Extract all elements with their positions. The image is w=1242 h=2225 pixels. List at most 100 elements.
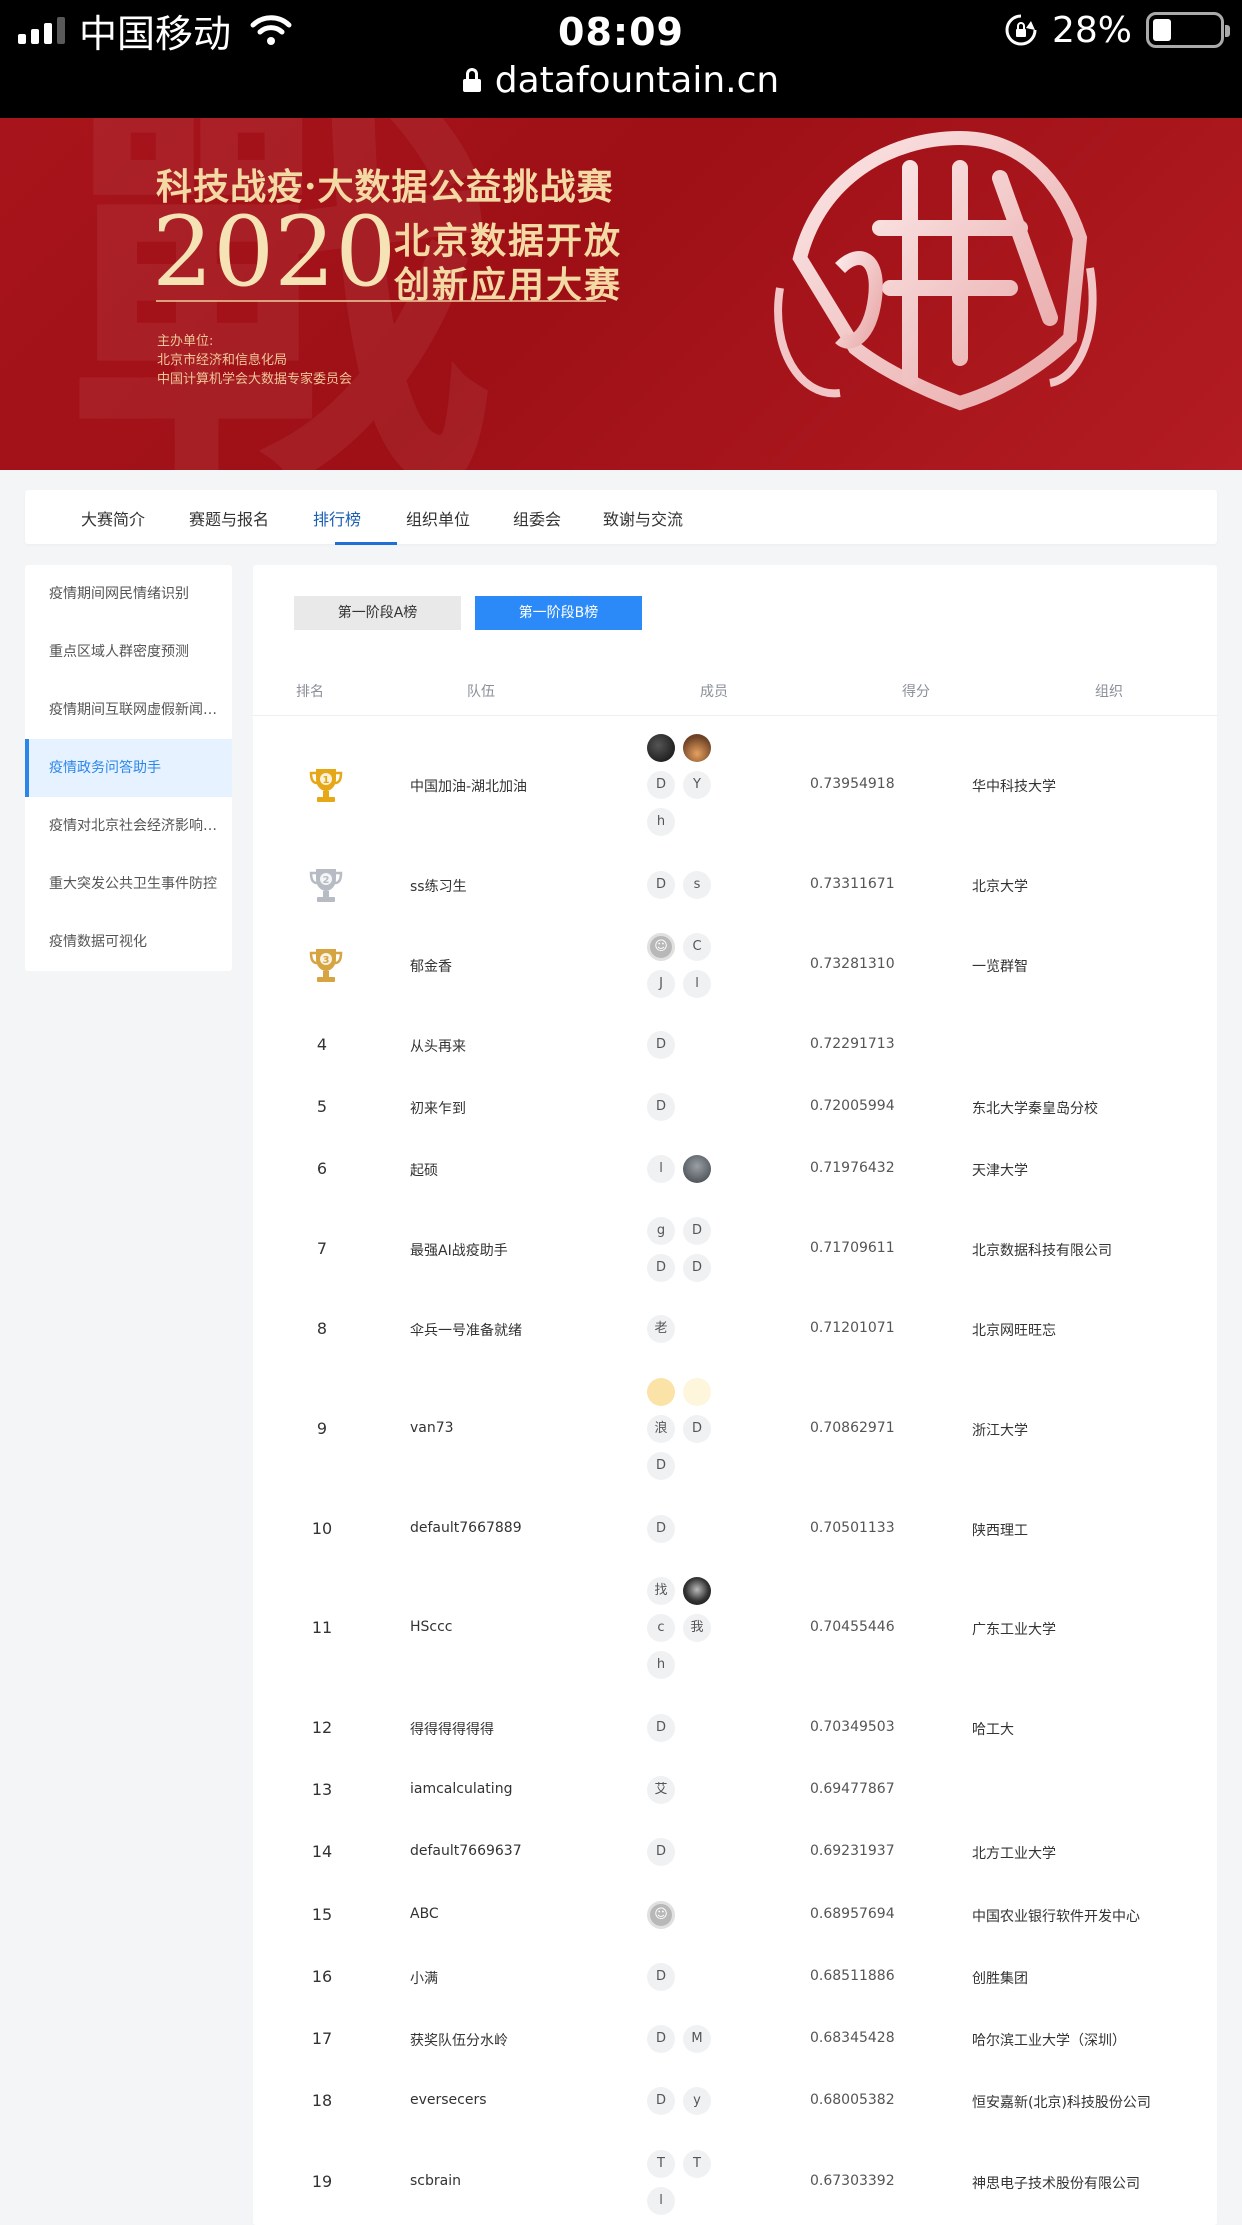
trophy-icon: 2: [309, 869, 343, 902]
team-name[interactable]: ss练习生: [410, 876, 467, 896]
organization-cell: 一览群智: [972, 959, 1028, 975]
team-name[interactable]: iamcalculating: [410, 1781, 512, 1797]
member-avatar[interactable]: D: [647, 1253, 675, 1282]
member-avatar[interactable]: [683, 1378, 711, 1406]
member-avatar[interactable]: T: [683, 2149, 711, 2178]
member-avatar[interactable]: T: [647, 2149, 675, 2178]
member-avatar[interactable]: l: [683, 969, 711, 998]
team-name[interactable]: van73: [410, 1420, 454, 1436]
member-avatar[interactable]: y: [683, 2087, 711, 2115]
battery-percent: 28%: [1051, 9, 1132, 51]
member-avatar[interactable]: D: [647, 771, 675, 799]
rank-cell: 5: [316, 1097, 328, 1116]
member-avatar[interactable]: D: [647, 1093, 675, 1121]
stage-b-button[interactable]: 第一阶段B榜: [475, 596, 642, 630]
member-avatar[interactable]: c: [647, 1614, 675, 1642]
team-name[interactable]: 获奖队伍分水岭: [410, 2030, 508, 2050]
tab-leaderboard[interactable]: 排行榜: [313, 506, 361, 530]
rank-cell: 19: [311, 2172, 333, 2191]
member-avatar[interactable]: D: [683, 1253, 711, 1282]
member-avatar[interactable]: [647, 1378, 675, 1406]
mask-emblem-icon: [774, 130, 1097, 411]
member-avatar[interactable]: D: [683, 1216, 711, 1245]
trophy-icon: 3: [309, 949, 343, 982]
member-avatar[interactable]: ☺: [647, 932, 675, 961]
member-avatar[interactable]: 艾: [647, 1776, 675, 1804]
sidebar-item-qa-assistant[interactable]: 疫情政务问答助手: [25, 739, 232, 797]
member-avatar[interactable]: D: [647, 871, 675, 899]
member-avatar[interactable]: D: [647, 1452, 675, 1480]
sidebar-item-density[interactable]: 重点区域人群密度预测: [25, 623, 232, 681]
organization-cell: 北京数据科技有限公司: [972, 1243, 1112, 1259]
team-name[interactable]: 最强AI战疫助手: [410, 1240, 508, 1260]
member-avatar[interactable]: h: [647, 1651, 675, 1679]
competition-nav: 大赛简介 赛题与报名 排行榜 组织单位 组委会 致谢与交流: [25, 490, 1217, 545]
team-name[interactable]: 起硕: [410, 1160, 438, 1180]
member-avatar[interactable]: D: [647, 2087, 675, 2115]
member-avatar[interactable]: J: [647, 969, 675, 998]
member-avatar[interactable]: D: [647, 1515, 675, 1543]
team-name[interactable]: 得得得得得得: [410, 1719, 494, 1739]
score-cell: 0.73281310: [810, 956, 895, 972]
member-avatar[interactable]: h: [647, 808, 675, 836]
member-avatar[interactable]: l: [647, 1155, 675, 1183]
tab-committee[interactable]: 组委会: [513, 506, 561, 530]
member-avatar[interactable]: [683, 1577, 711, 1605]
team-name[interactable]: 中国加油-湖北加油: [410, 776, 527, 796]
tab-intro[interactable]: 大赛简介: [81, 506, 145, 530]
team-name[interactable]: eversecers: [410, 2092, 487, 2108]
member-avatar[interactable]: D: [683, 1415, 711, 1443]
header-org: 组织: [1095, 684, 1123, 700]
team-name[interactable]: 小满: [410, 1968, 438, 1988]
score-cell: 0.72291713: [810, 1036, 895, 1052]
tab-organizers[interactable]: 组织单位: [406, 506, 470, 530]
team-name[interactable]: 从头再来: [410, 1036, 466, 1056]
stage-a-button[interactable]: 第一阶段A榜: [294, 596, 461, 630]
score-cell: 0.68005382: [810, 2092, 895, 2108]
sidebar-item-public-health[interactable]: 重大突发公共卫生事件防控: [25, 855, 232, 913]
member-avatar[interactable]: g: [647, 1216, 675, 1245]
score-cell: 0.68957694: [810, 1906, 895, 1922]
member-avatar[interactable]: D: [647, 1031, 675, 1059]
team-name[interactable]: default7669637: [410, 1843, 522, 1859]
team-name[interactable]: HSccc: [410, 1619, 453, 1635]
sidebar-item-fake-news[interactable]: 疫情期间互联网虚假新闻检测: [25, 681, 232, 739]
member-avatar[interactable]: s: [683, 871, 711, 899]
member-avatar[interactable]: l: [647, 2186, 675, 2215]
score-cell: 0.67303392: [810, 2173, 895, 2189]
header-divider: [253, 715, 1217, 716]
sidebar-item-economy[interactable]: 疫情对北京社会经济影响预测: [25, 797, 232, 855]
task-sidebar: 疫情期间网民情绪识别 重点区域人群密度预测 疫情期间互联网虚假新闻检测 疫情政务…: [25, 565, 232, 971]
member-avatar[interactable]: 浪: [647, 1415, 675, 1443]
tab-acknowledgement[interactable]: 致谢与交流: [603, 506, 683, 530]
member-avatar[interactable]: 我: [683, 1614, 711, 1642]
member-avatar[interactable]: D: [647, 1714, 675, 1742]
member-avatar[interactable]: M: [683, 2025, 711, 2053]
organization-cell: 华中科技大学: [972, 779, 1056, 795]
team-name[interactable]: default7667889: [410, 1520, 522, 1536]
team-name[interactable]: scbrain: [410, 2173, 461, 2189]
member-avatar[interactable]: D: [647, 1838, 675, 1866]
member-avatar[interactable]: D: [647, 2025, 675, 2053]
sidebar-item-emotion[interactable]: 疫情期间网民情绪识别: [25, 565, 232, 623]
member-avatar[interactable]: [683, 734, 711, 762]
member-avatar[interactable]: 找: [647, 1577, 675, 1605]
tab-tasks[interactable]: 赛题与报名: [189, 506, 269, 530]
member-avatar[interactable]: 老: [647, 1315, 675, 1343]
team-name[interactable]: 初来乍到: [410, 1098, 466, 1118]
score-cell: 0.72005994: [810, 1098, 895, 1114]
score-cell: 0.68511886: [810, 1968, 895, 1984]
member-avatar[interactable]: C: [683, 932, 711, 961]
url-bar[interactable]: datafountain.cn: [0, 58, 1242, 102]
member-avatar[interactable]: D: [647, 1963, 675, 1991]
member-avatar[interactable]: ☺: [647, 1901, 675, 1929]
member-avatar[interactable]: Y: [683, 771, 711, 799]
team-name[interactable]: 伞兵一号准备就绪: [410, 1320, 522, 1340]
member-avatar[interactable]: [683, 1155, 711, 1183]
member-avatar[interactable]: [647, 734, 675, 762]
team-name[interactable]: ABC: [410, 1906, 439, 1922]
organizer-1: 北京市经济和信息化局: [157, 353, 288, 368]
sidebar-item-visualization[interactable]: 疫情数据可视化: [25, 913, 232, 971]
team-name[interactable]: 郁金香: [410, 956, 452, 976]
hero-banner: 戰 科技战疫·大数据公益挑战赛 2020 北京数据开放 创新应用大赛 主办单位:…: [0, 118, 1242, 470]
